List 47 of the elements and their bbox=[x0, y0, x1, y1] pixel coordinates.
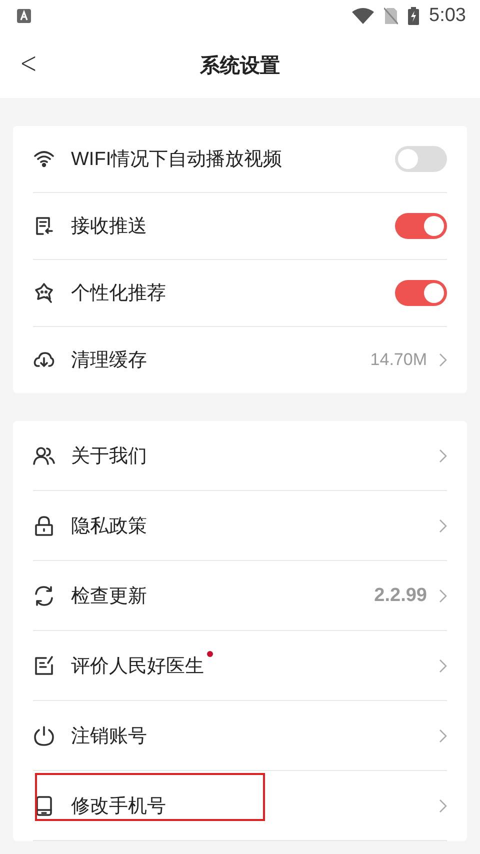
document-icon bbox=[33, 215, 55, 237]
chevron-icon bbox=[439, 448, 447, 462]
setting-label: 清理缓存 bbox=[71, 349, 147, 373]
settings-row[interactable]: 个性化推荐 bbox=[33, 260, 447, 327]
settings-row[interactable]: 检查更新 2.2.99 bbox=[33, 561, 447, 631]
settings-row[interactable]: 评价人民好医生 bbox=[33, 631, 447, 701]
settings-row[interactable]: 注销账号 bbox=[33, 701, 447, 771]
setting-label: 隐私政策 bbox=[71, 514, 147, 538]
chevron-icon bbox=[439, 658, 447, 672]
status-time: 5:03 bbox=[429, 5, 466, 27]
battery-icon bbox=[408, 7, 420, 25]
page-title: 系统设置 bbox=[200, 54, 280, 78]
power-icon bbox=[33, 724, 55, 746]
chevron-icon bbox=[439, 728, 447, 742]
setting-label: 接收推送 bbox=[71, 215, 147, 239]
setting-label: 关于我们 bbox=[71, 444, 147, 468]
settings-row[interactable]: WIFI情况下自动播放视频 bbox=[33, 126, 447, 193]
setting-label: 修改手机号 bbox=[71, 794, 166, 818]
toggle-switch[interactable] bbox=[395, 280, 447, 306]
chevron-icon bbox=[439, 353, 447, 367]
settings-row[interactable]: 修改手机号 bbox=[33, 771, 447, 841]
wifi-signal-icon bbox=[352, 8, 374, 24]
toggle-switch[interactable] bbox=[395, 146, 447, 172]
setting-value: 14.70M bbox=[370, 350, 427, 370]
setting-label: 检查更新 bbox=[71, 584, 147, 608]
no-sim-icon bbox=[384, 7, 398, 25]
setting-label: 注销账号 bbox=[71, 724, 147, 748]
toggle-switch[interactable] bbox=[395, 213, 447, 239]
back-button[interactable]: < bbox=[16, 46, 42, 81]
settings-row[interactable]: 接收推送 bbox=[33, 193, 447, 260]
setting-label: WIFI情况下自动播放视频 bbox=[71, 148, 282, 172]
people-icon bbox=[33, 444, 55, 466]
settings-row[interactable]: 隐私政策 bbox=[33, 491, 447, 561]
notification-icon bbox=[17, 9, 31, 23]
chevron-icon bbox=[439, 798, 447, 812]
setting-value: 2.2.99 bbox=[374, 584, 427, 606]
setting-label: 个性化推荐 bbox=[71, 282, 166, 306]
settings-row[interactable]: 清理缓存 14.70M bbox=[33, 327, 447, 393]
chevron-icon bbox=[439, 518, 447, 532]
wifi-icon bbox=[33, 148, 55, 170]
setting-label: 评价人民好医生 bbox=[71, 654, 204, 678]
settings-row[interactable]: 关于我们 bbox=[33, 421, 447, 491]
edit-icon bbox=[33, 654, 55, 676]
lock-icon bbox=[33, 514, 55, 536]
refresh-icon bbox=[33, 584, 55, 606]
star-face-icon bbox=[33, 282, 55, 304]
chevron-icon bbox=[439, 588, 447, 602]
